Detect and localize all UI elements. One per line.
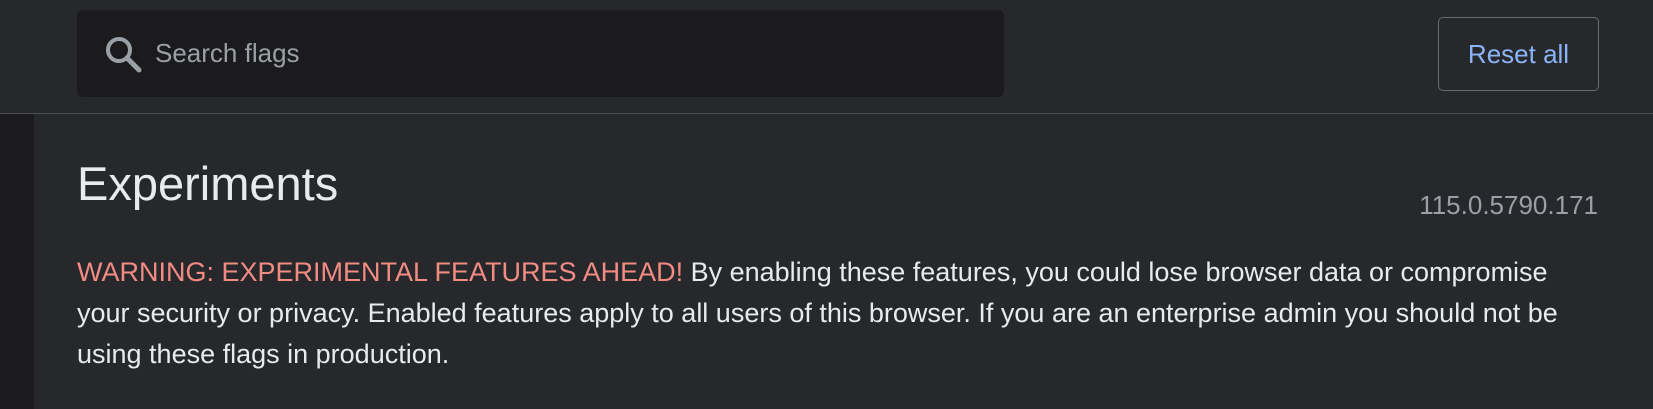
page-title: Experiments — [77, 157, 339, 210]
main-content: Experiments 115.0.5790.171 WARNING: EXPE… — [0, 114, 1653, 409]
warning-message: WARNING: EXPERIMENTAL FEATURES AHEAD! By… — [77, 252, 1577, 375]
version-label: 115.0.5790.171 — [1419, 190, 1598, 220]
search-box[interactable] — [77, 10, 1004, 97]
experiments-panel: Experiments 115.0.5790.171 WARNING: EXPE… — [34, 114, 1653, 409]
reset-all-button[interactable]: Reset all — [1438, 17, 1599, 91]
warning-label: WARNING: EXPERIMENTAL FEATURES AHEAD! — [77, 257, 684, 287]
search-input[interactable] — [155, 10, 985, 97]
search-icon — [103, 34, 145, 76]
header: Reset all — [0, 0, 1653, 114]
